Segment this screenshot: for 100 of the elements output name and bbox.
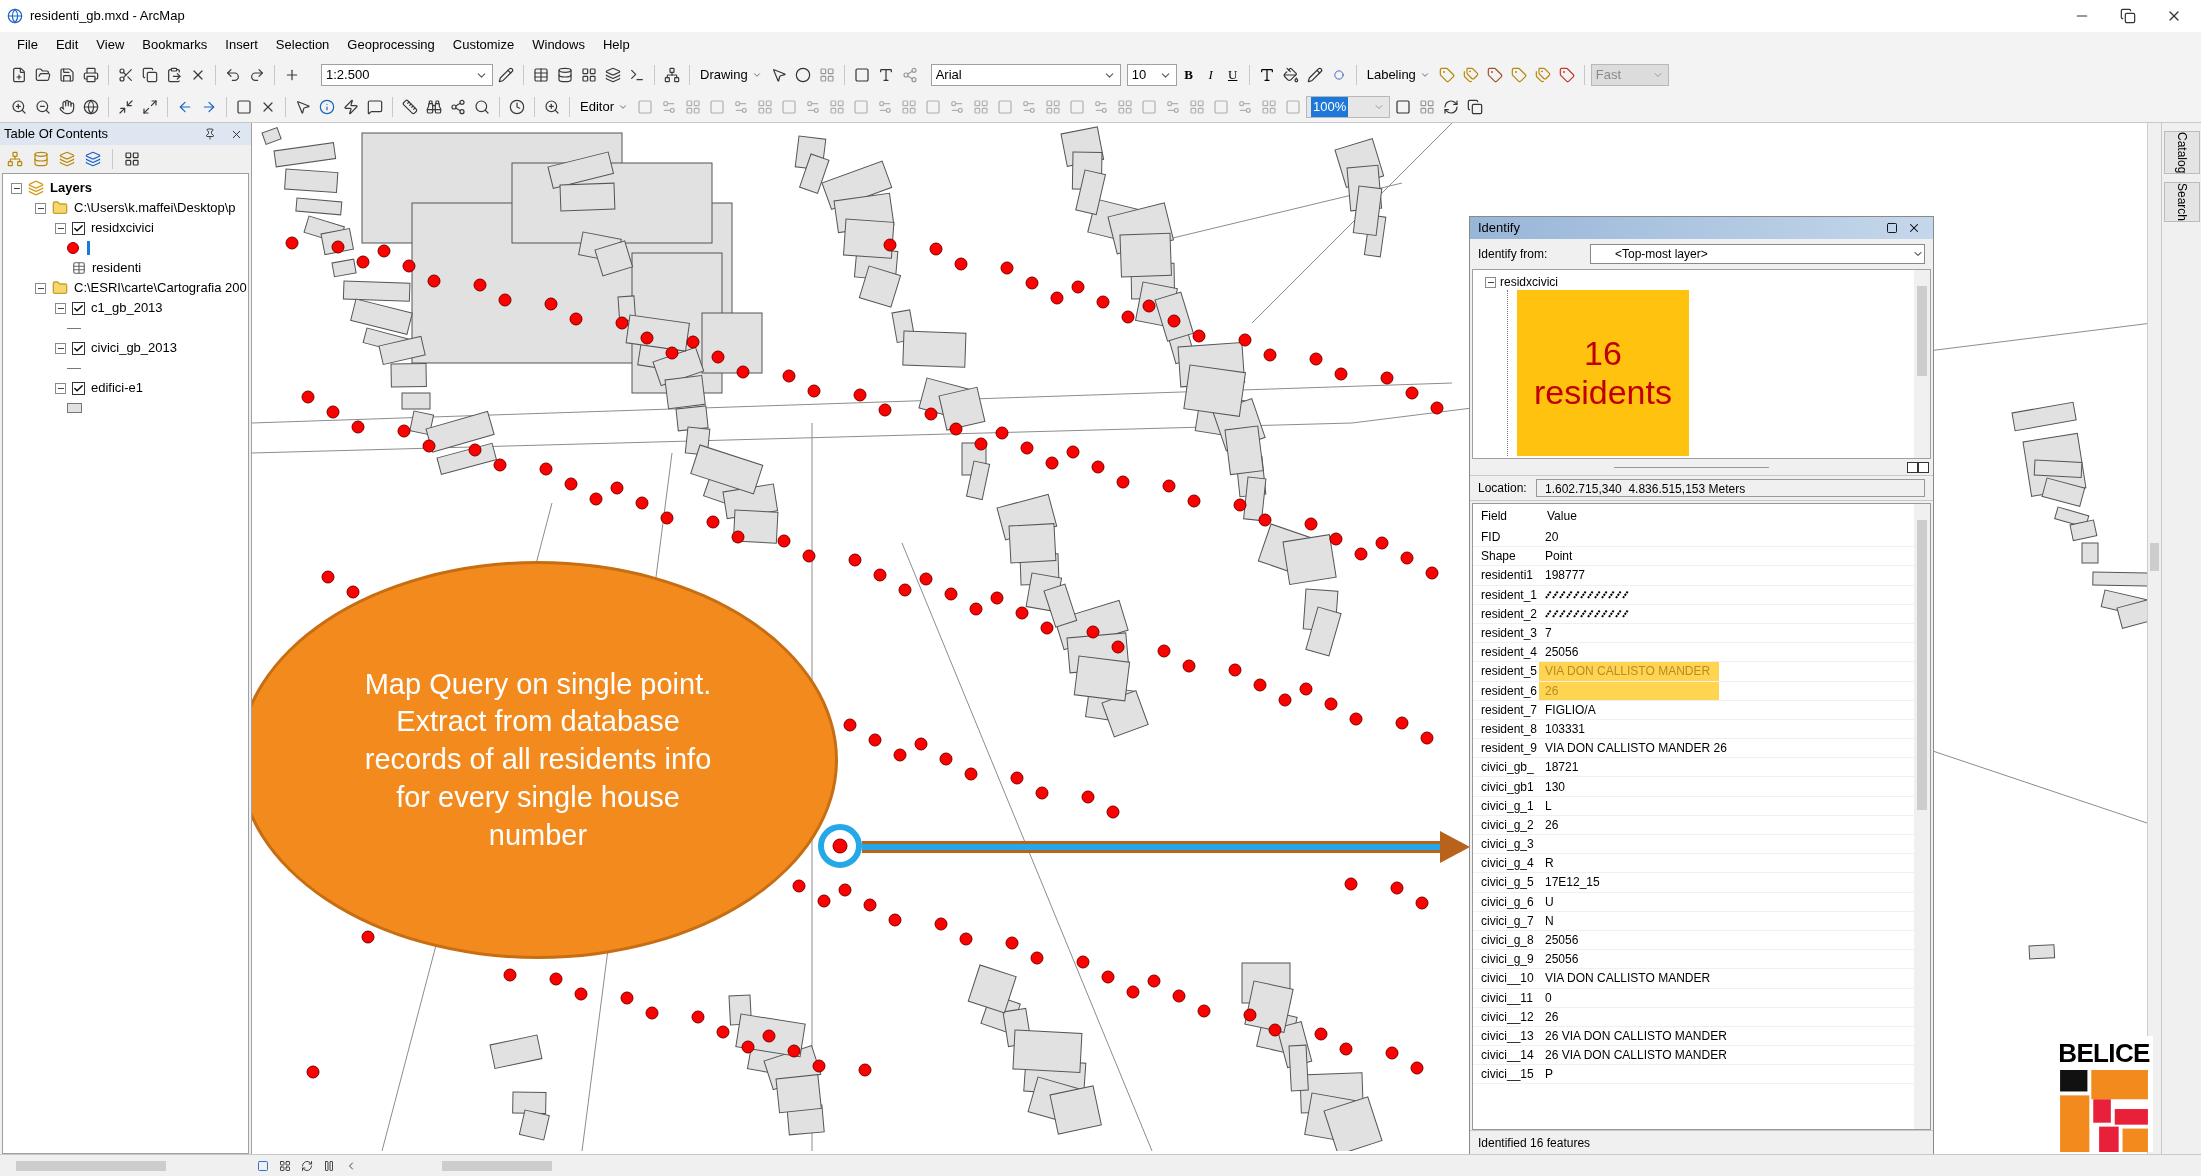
field-name-cell-text: civici_g_9 (1480, 951, 1535, 969)
column-header[interactable]: Value (1539, 507, 1577, 525)
window-title: Identify (1478, 219, 1520, 238)
menu-item[interactable]: Geoprocessing (338, 35, 444, 55)
expand-toggle[interactable] (35, 202, 46, 214)
text-cursor (87, 241, 90, 255)
layers-stack-icon (28, 180, 44, 196)
field-name-cell-text: civici_gb1 (1480, 778, 1535, 796)
field-value-cell-text: VIA DON CALLISTO MANDER (1545, 970, 1711, 988)
selected-point-marker (818, 824, 862, 868)
expand-toggle[interactable] (1485, 276, 1496, 288)
labeling-menu-button[interactable]: Labeling (1362, 65, 1434, 85)
collapse-icon[interactable] (1918, 461, 1929, 473)
bold-button[interactable]: B (1178, 65, 1199, 85)
layer-checkbox[interactable] (72, 341, 85, 355)
field-name-cell-text: resident_5 (1480, 663, 1539, 681)
table-icon (72, 261, 86, 275)
column-header[interactable]: Field (1473, 507, 1539, 525)
menu-item[interactable]: Customize (443, 35, 524, 55)
menu-item[interactable]: View (87, 35, 134, 55)
field-name-cell-text: resident_1 (1480, 586, 1539, 604)
field-name-cell-text: resident_7 (1480, 701, 1539, 719)
zoom-percent-dropdown[interactable]: 100% (1305, 96, 1390, 118)
location-field[interactable]: 1.602.715,340 4.836.515,153 Meters (1536, 479, 1925, 497)
field-name-cell-text: civici__12 (1480, 1008, 1535, 1026)
menu-item[interactable]: Selection (266, 35, 339, 55)
layer-label[interactable]: residxcivici (91, 218, 154, 238)
field-value-cell-text: 0 (1545, 989, 1552, 1007)
field-name-cell-text: civici_g_5 (1480, 874, 1535, 892)
field-name-cell-text: civici_g_1 (1480, 797, 1535, 815)
field-value-cell-text: 103331 (1545, 720, 1586, 738)
tree-layer-label[interactable]: residxcivici (1500, 273, 1558, 291)
field-name-cell-text: civici_gb_ (1480, 759, 1535, 777)
expand-toggle[interactable] (35, 282, 46, 294)
location-label: Location: (1478, 480, 1528, 497)
font-dropdown[interactable]: Arial (930, 64, 1121, 86)
layer-label[interactable]: C:\Users\k.maffei\Desktop\p (74, 198, 236, 218)
layer-label[interactable]: residenti (92, 258, 142, 278)
expand-icon[interactable] (1907, 461, 1918, 473)
layer-checkbox[interactable] (72, 221, 85, 235)
scrollbar[interactable] (1914, 504, 1930, 1129)
field-name-cell-text: civici__13 (1480, 1027, 1535, 1045)
side-tab[interactable]: Catalog (2163, 131, 2200, 175)
expand-toggle[interactable] (11, 182, 22, 194)
menu-item[interactable]: Bookmarks (133, 35, 217, 55)
point-symbol-icon (67, 242, 79, 254)
menu-item[interactable]: Help (593, 35, 639, 55)
caret-icon[interactable] (617, 102, 628, 112)
menu-item[interactable]: Edit (46, 35, 88, 55)
italic-button[interactable]: I (1200, 65, 1221, 85)
field-value-cell-text: N (1545, 912, 1554, 930)
field-value-cell-text: 25056 (1545, 951, 1579, 969)
side-tab[interactable]: Search (2163, 182, 2200, 223)
splitter-handle[interactable] (1614, 466, 1769, 468)
layer-checkbox[interactable] (72, 381, 85, 395)
font-size-dropdown[interactable]: 10 (1126, 64, 1177, 86)
field-name-cell-text: resident_9 (1480, 740, 1539, 758)
identify-status: Identified 16 features (1478, 1134, 1591, 1152)
layer-label[interactable]: civici_gb_2013 (91, 338, 177, 358)
layer-checkbox[interactable] (72, 301, 85, 315)
expand-toggle[interactable] (55, 382, 66, 394)
layer-label[interactable]: Layers (50, 178, 92, 198)
field-name-cell-text: resident_2 (1480, 605, 1539, 623)
field-value-cell-text: 26 (1545, 816, 1559, 834)
field-value-cell-text: VIA DON CALLISTO MANDER (1545, 663, 1711, 681)
line-symbol-icon (67, 367, 81, 369)
field-value-cell-text: 26 (1545, 682, 1559, 700)
field-name-cell-text: civici_g_6 (1480, 893, 1535, 911)
editor-menu-button[interactable]: Editor (576, 97, 632, 117)
identify-from-dropdown[interactable]: <Top-most layer> (1590, 244, 1925, 264)
field-name-cell-text: civici__15 (1480, 1066, 1535, 1084)
menu-item[interactable]: Insert (216, 35, 267, 55)
field-value-cell-text: 26 VIA DON CALLISTO MANDER (1545, 1027, 1727, 1045)
field-name-cell-text: resident_4 (1480, 644, 1539, 662)
field-name-cell-text: resident_8 (1480, 720, 1539, 738)
field-name-cell-text: civici__10 (1480, 970, 1535, 988)
caret-icon[interactable] (751, 70, 762, 80)
expand-toggle[interactable] (55, 222, 66, 234)
layer-label[interactable]: C:\ESRI\carte\Cartografia 200 (74, 278, 247, 298)
field-name-cell-text: civici_g_4 (1480, 855, 1535, 873)
field-value-cell-text: L (1545, 797, 1552, 815)
menu-item[interactable]: Windows (523, 35, 594, 55)
field-name-cell-text: civici_g_7 (1480, 912, 1535, 930)
field-value-cell-text: 198777 (1545, 567, 1586, 585)
scale-dropdown[interactable]: 1:2.500 (321, 64, 493, 86)
menu-item[interactable]: File (8, 35, 47, 55)
expand-toggle[interactable] (55, 342, 66, 354)
layer-label[interactable]: edifici-e1 (91, 378, 144, 398)
field-value-cell-text: 18721 (1545, 759, 1579, 777)
expand-toggle[interactable] (55, 302, 66, 314)
field-name-cell-text: Shape (1480, 548, 1517, 566)
field-value-cell-text: U (1545, 893, 1554, 911)
scrollbar[interactable] (442, 1160, 552, 1171)
caret-icon[interactable] (1419, 70, 1430, 80)
underline-button[interactable]: U (1222, 65, 1243, 85)
folder-icon (52, 280, 68, 296)
scrollbar[interactable] (1914, 270, 1930, 458)
drawing-menu-button[interactable]: Drawing (696, 65, 766, 85)
layer-label[interactable]: c1_gb_2013 (91, 298, 163, 318)
field-value-cell-text: 20 (1545, 529, 1559, 547)
